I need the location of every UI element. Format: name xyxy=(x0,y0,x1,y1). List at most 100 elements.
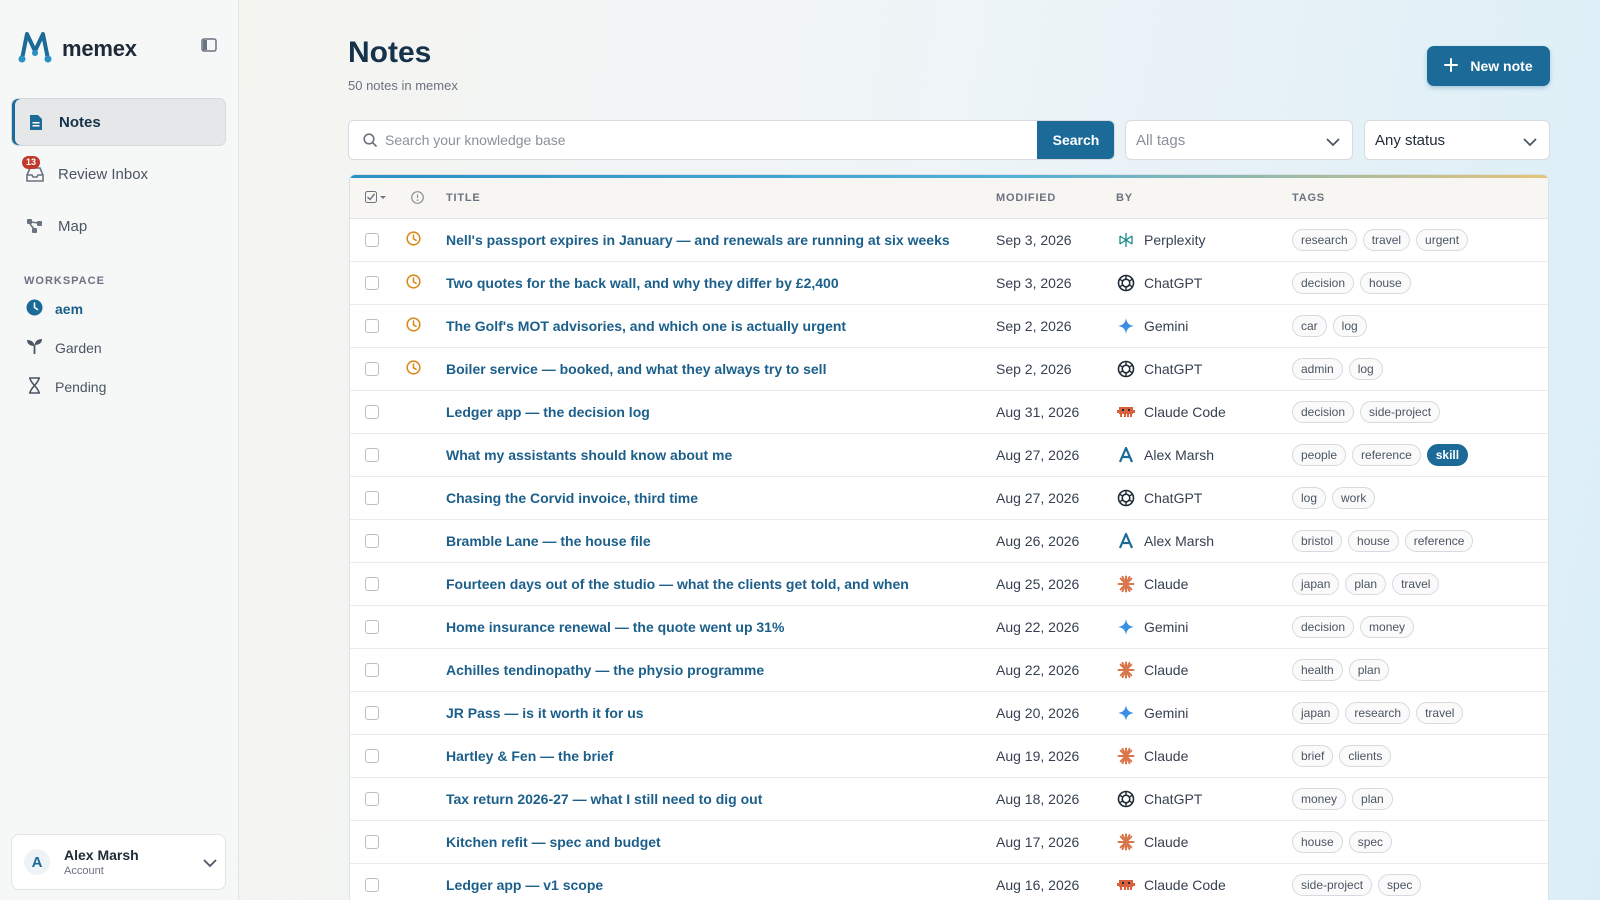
tag-chip[interactable]: house xyxy=(1360,272,1411,294)
workspace-item-aem[interactable]: aem xyxy=(26,299,83,319)
tag-chip[interactable]: travel xyxy=(1362,229,1411,251)
brand[interactable]: memex xyxy=(17,29,137,68)
note-title-link[interactable]: The Golf's MOT advisories, and which one… xyxy=(446,318,846,334)
tag-chip[interactable]: plan xyxy=(1348,659,1390,681)
row-checkbox[interactable] xyxy=(365,276,379,290)
tag-chip[interactable]: money xyxy=(1360,616,1415,638)
table-row[interactable]: Ledger app — the decision log Aug 31, 202… xyxy=(350,391,1548,434)
table-row[interactable]: JR Pass — is it worth it for us Aug 20, 2… xyxy=(350,692,1548,735)
nav-notes[interactable]: Notes xyxy=(11,98,226,146)
row-checkbox[interactable] xyxy=(365,491,379,505)
table-row[interactable]: What my assistants should know about me A… xyxy=(350,434,1548,477)
table-row[interactable]: Two quotes for the back wall, and why th… xyxy=(350,262,1548,305)
tag-chip[interactable]: clients xyxy=(1339,745,1392,767)
row-checkbox[interactable] xyxy=(365,792,379,806)
note-title-link[interactable]: Hartley & Fen — the brief xyxy=(446,748,613,764)
tag-chip[interactable]: money xyxy=(1292,788,1347,810)
row-checkbox[interactable] xyxy=(365,362,379,376)
tag-chip[interactable]: skill xyxy=(1426,444,1469,466)
select-all-checkbox-icon[interactable] xyxy=(365,191,387,206)
tag-chip[interactable]: bristol xyxy=(1292,530,1343,552)
row-checkbox[interactable] xyxy=(365,534,379,548)
tag-chip[interactable]: side-project xyxy=(1292,874,1373,896)
note-title-link[interactable]: Chasing the Corvid invoice, third time xyxy=(446,490,698,506)
table-row[interactable]: Kitchen refit — spec and budget Aug 17, 2… xyxy=(350,821,1548,864)
table-row[interactable]: Hartley & Fen — the brief Aug 19, 2026 Cla… xyxy=(350,735,1548,778)
row-checkbox[interactable] xyxy=(365,749,379,763)
tag-chip[interactable]: plan xyxy=(1352,788,1393,810)
tag-chip[interactable]: side-project xyxy=(1360,401,1441,423)
table-row[interactable]: Home insurance renewal — the quote went … xyxy=(350,606,1548,649)
tag-chip[interactable]: spec xyxy=(1378,874,1422,896)
note-title-link[interactable]: Tax return 2026-27 — what I still need t… xyxy=(446,791,762,807)
workspace-item-garden[interactable]: Garden xyxy=(26,338,102,358)
tag-chip[interactable]: reference xyxy=(1352,444,1421,466)
row-checkbox[interactable] xyxy=(365,878,379,892)
new-note-button[interactable]: New note xyxy=(1427,46,1550,86)
note-title-link[interactable]: Fourteen days out of the studio — what t… xyxy=(446,576,909,592)
tag-chip[interactable]: decision xyxy=(1292,272,1355,294)
note-title-link[interactable]: Kitchen refit — spec and budget xyxy=(446,834,661,850)
note-title-link[interactable]: Nell's passport expires in January — and… xyxy=(446,232,950,248)
tag-chip[interactable]: spec xyxy=(1348,831,1393,853)
row-checkbox[interactable] xyxy=(365,835,379,849)
account-menu[interactable]: A Alex Marsh Account xyxy=(11,834,226,890)
table-row[interactable]: Ledger app — v1 scope Aug 16, 2026 Claude … xyxy=(350,864,1548,900)
tag-chip[interactable]: people xyxy=(1292,444,1347,466)
tag-chip[interactable]: japan xyxy=(1292,702,1340,724)
tag-chip[interactable]: house xyxy=(1348,530,1399,552)
table-row[interactable]: Nell's passport expires in January — and… xyxy=(350,219,1548,262)
tag-chip[interactable]: travel xyxy=(1416,702,1464,724)
note-title-link[interactable]: Two quotes for the back wall, and why th… xyxy=(446,275,839,291)
note-title-link[interactable]: Achilles tendinopathy — the physio progr… xyxy=(446,662,764,678)
tag-chip[interactable]: health xyxy=(1292,659,1343,681)
table-row[interactable]: Boiler service — booked, and what they a… xyxy=(350,348,1548,391)
row-checkbox[interactable] xyxy=(365,233,379,247)
tag-chip[interactable]: research xyxy=(1345,702,1411,724)
tag-chip[interactable]: research xyxy=(1292,229,1357,251)
note-title-link[interactable]: Ledger app — v1 scope xyxy=(446,877,603,893)
row-checkbox[interactable] xyxy=(365,319,379,333)
tag-chip[interactable]: admin xyxy=(1292,358,1343,380)
note-title-link[interactable]: What my assistants should know about me xyxy=(446,447,732,463)
search-button[interactable]: Search xyxy=(1037,121,1114,159)
tag-chip[interactable]: log xyxy=(1332,315,1367,337)
column-by-header[interactable]: BY xyxy=(1116,192,1133,204)
note-title-link[interactable]: Boiler service — booked, and what they a… xyxy=(446,361,826,377)
tag-chip[interactable]: log xyxy=(1348,358,1383,380)
column-title-header[interactable]: TITLE xyxy=(446,192,481,204)
note-title-link[interactable]: Home insurance renewal — the quote went … xyxy=(446,619,784,635)
table-row[interactable]: The Golf's MOT advisories, and which one… xyxy=(350,305,1548,348)
note-title-link[interactable]: JR Pass — is it worth it for us xyxy=(446,705,644,721)
table-row[interactable]: Achilles tendinopathy — the physio progr… xyxy=(350,649,1548,692)
tag-chip[interactable]: reference xyxy=(1404,530,1474,552)
nav-review-inbox[interactable]: 13 Review Inbox xyxy=(11,150,226,198)
tag-chip[interactable]: brief xyxy=(1292,745,1334,767)
row-checkbox[interactable] xyxy=(365,706,379,720)
tag-chip[interactable]: decision xyxy=(1292,401,1355,423)
table-row[interactable]: Tax return 2026-27 — what I still need t… xyxy=(350,778,1548,821)
table-row[interactable]: Fourteen days out of the studio — what t… xyxy=(350,563,1548,606)
row-checkbox[interactable] xyxy=(365,663,379,677)
tag-chip[interactable]: log xyxy=(1292,487,1327,509)
status-filter-select[interactable]: Any status xyxy=(1364,120,1550,160)
note-title-link[interactable]: Bramble Lane — the house file xyxy=(446,533,651,549)
table-row[interactable]: Bramble Lane — the house file Aug 26, 202… xyxy=(350,520,1548,563)
row-checkbox[interactable] xyxy=(365,620,379,634)
tag-chip[interactable]: house xyxy=(1292,831,1343,853)
search-input[interactable] xyxy=(385,121,1025,159)
column-modified-header[interactable]: MODIFIED xyxy=(996,192,1056,204)
tag-chip[interactable]: plan xyxy=(1345,573,1387,595)
table-row[interactable]: Chasing the Corvid invoice, third time Au… xyxy=(350,477,1548,520)
tag-chip[interactable]: travel xyxy=(1392,573,1440,595)
workspace-item-pending[interactable]: Pending xyxy=(26,377,106,397)
row-checkbox[interactable] xyxy=(365,448,379,462)
note-title-link[interactable]: Ledger app — the decision log xyxy=(446,404,650,420)
row-checkbox[interactable] xyxy=(365,405,379,419)
tag-chip[interactable]: japan xyxy=(1292,573,1340,595)
nav-map[interactable]: Map xyxy=(11,202,226,250)
row-checkbox[interactable] xyxy=(365,577,379,591)
column-tags-header[interactable]: TAGS xyxy=(1292,192,1325,204)
tag-chip[interactable]: decision xyxy=(1292,616,1355,638)
tag-chip[interactable]: work xyxy=(1332,487,1376,509)
